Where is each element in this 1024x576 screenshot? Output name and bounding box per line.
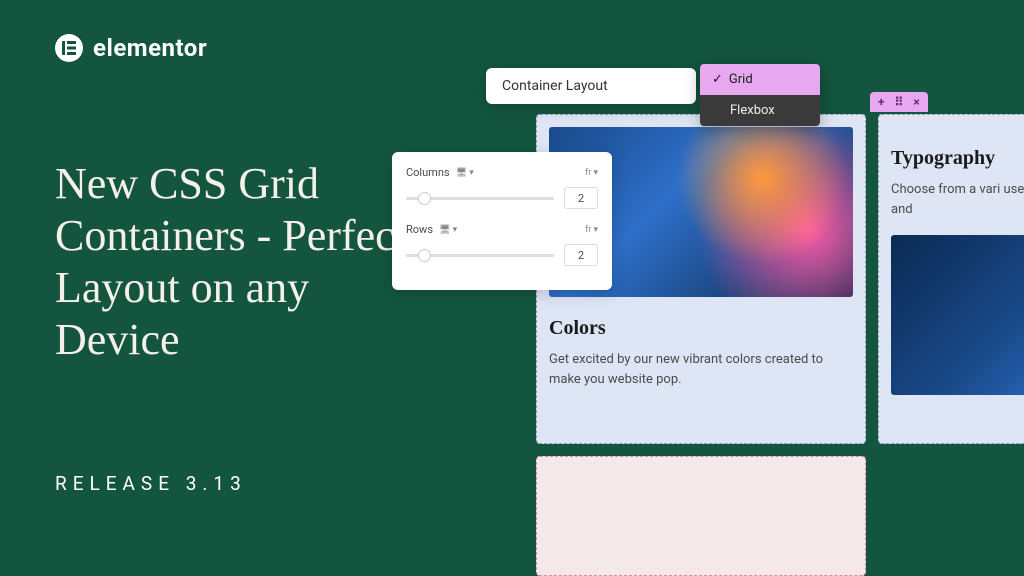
release-tag: RELEASE 3.13 (55, 472, 247, 495)
columns-label: Columns (406, 166, 450, 179)
columns-control: Columns 🖥 ▾ fr ▾ 2 (406, 166, 598, 209)
desktop-icon[interactable]: 🖥 ▾ (456, 168, 474, 178)
layout-dropdown[interactable]: ✓ Grid Flexbox (700, 64, 820, 126)
ui-mockup: + ⠿ × Colors Get excited by our new vibr… (536, 100, 1024, 540)
add-icon[interactable]: + (878, 95, 885, 109)
elementor-icon (55, 34, 83, 62)
card-typography: Typography Choose from a vari user atten… (878, 114, 1024, 444)
brand-logo: elementor (55, 34, 207, 62)
container-handle[interactable]: + ⠿ × (870, 92, 928, 112)
typography-image: A (891, 235, 1024, 395)
colors-title: Colors (549, 317, 853, 340)
drag-icon[interactable]: ⠿ (895, 95, 904, 109)
columns-slider[interactable] (406, 197, 554, 200)
close-icon[interactable]: × (913, 95, 919, 109)
brand-name: elementor (93, 34, 207, 62)
rows-control: Rows 🖥 ▾ fr ▾ 2 (406, 223, 598, 266)
typography-body: Choose from a vari user attention and (891, 180, 1024, 219)
grid-controls-panel: Columns 🖥 ▾ fr ▾ 2 Rows 🖥 ▾ fr ▾ 2 (392, 152, 612, 290)
unit-select[interactable]: fr ▾ (585, 225, 598, 235)
desktop-icon[interactable]: 🖥 ▾ (439, 225, 457, 235)
rows-value[interactable]: 2 (564, 244, 598, 266)
container-layout-label[interactable]: Container Layout (486, 68, 696, 104)
rows-label: Rows (406, 223, 433, 236)
dropdown-option-grid[interactable]: ✓ Grid (700, 64, 820, 95)
columns-value[interactable]: 2 (564, 187, 598, 209)
check-icon: ✓ (712, 72, 723, 87)
rows-slider[interactable] (406, 254, 554, 257)
dropdown-option-flexbox[interactable]: Flexbox (700, 95, 820, 126)
colors-body: Get excited by our new vibrant colors cr… (549, 350, 853, 389)
unit-select[interactable]: fr ▾ (585, 168, 598, 178)
page-headline: New CSS Grid Containers - Perfect Layout… (55, 158, 435, 366)
typography-title: Typography (891, 147, 1024, 170)
card-empty (536, 456, 866, 576)
